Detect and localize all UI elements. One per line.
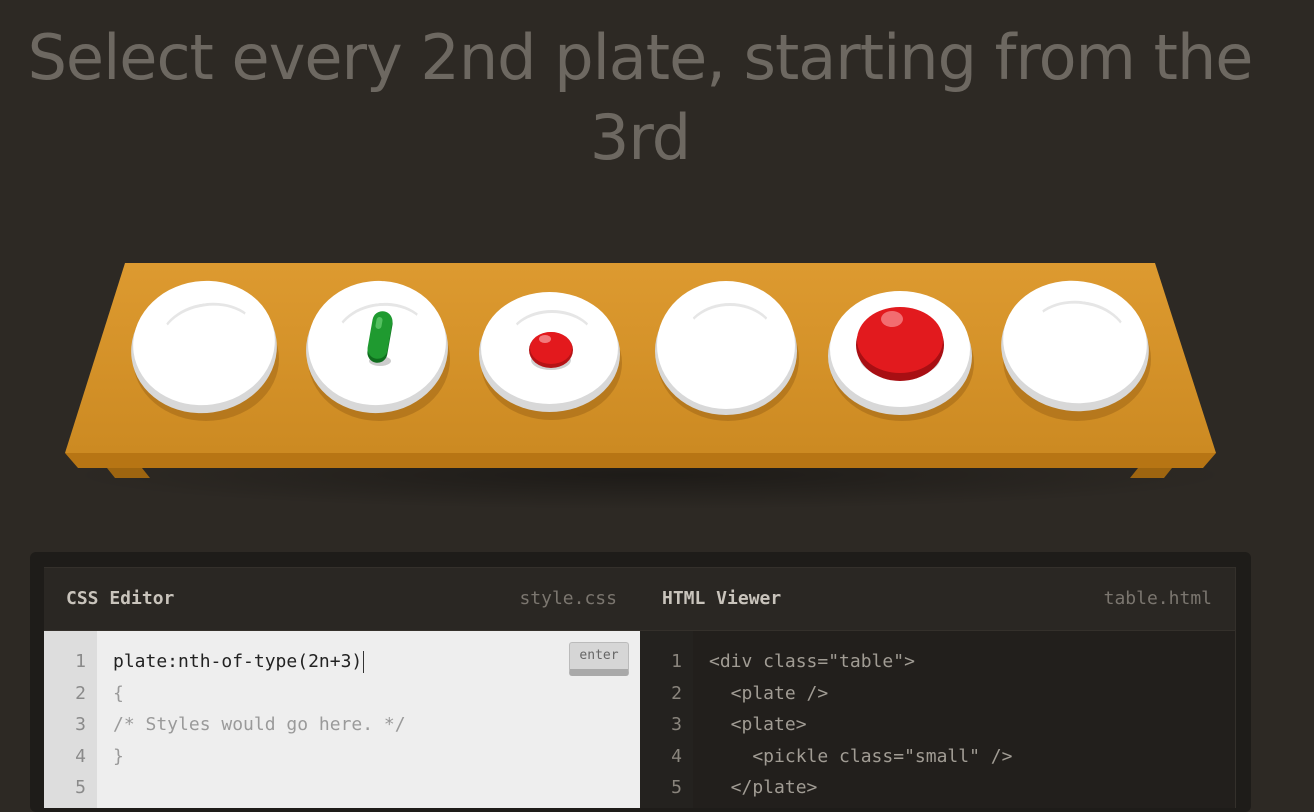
css-editor: CSS Editor style.css 1 2 3 4 5 plate:nth… (44, 567, 640, 808)
instruction-line-2: 3rd (589, 101, 691, 174)
apple[interactable] (852, 301, 948, 385)
html-viewer: HTML Viewer table.html 1 2 3 4 5 <div cl… (640, 567, 1236, 808)
css-selector-input[interactable]: plate:nth-of-type(2n+3) (113, 651, 365, 673)
code-brace-open: { (113, 683, 124, 704)
level-instruction: Select every 2nd plate, starting from th… (0, 18, 1280, 178)
css-editor-filename: style.css (519, 588, 617, 609)
line-number: 1 (671, 651, 682, 672)
enter-button[interactable]: enter (569, 642, 629, 676)
plate-2[interactable] (299, 274, 455, 421)
html-viewer-filename: table.html (1103, 588, 1212, 609)
plate-4[interactable] (655, 281, 801, 421)
line-number: 4 (671, 746, 682, 767)
html-viewer-title: HTML Viewer (662, 588, 782, 609)
html-line-plate-close[interactable]: </plate> (709, 777, 818, 798)
html-line-table-open[interactable]: <div class="table"> (709, 651, 915, 672)
line-number: 3 (671, 714, 682, 735)
small-apple[interactable] (527, 328, 575, 378)
dining-table (0, 250, 1314, 520)
line-number: 1 (75, 651, 86, 672)
html-line-pickle[interactable]: <pickle class="small" /> (709, 746, 1012, 767)
line-number: 5 (75, 777, 86, 798)
plate-6[interactable] (992, 271, 1158, 421)
table-edge (65, 453, 1216, 468)
html-line-plate-open[interactable]: <plate> (709, 714, 807, 735)
line-numbers: 1 2 3 4 5 (44, 631, 97, 808)
code-brace-close: } (113, 746, 124, 767)
css-editor-header: CSS Editor style.css (44, 568, 640, 631)
html-viewer-header: HTML Viewer table.html (640, 568, 1235, 631)
line-number: 4 (75, 746, 86, 767)
html-code-area: 1 2 3 4 5 <div class="table"> <plate /> … (640, 631, 1235, 808)
line-number: 2 (75, 683, 86, 704)
instruction-line-1: Select every 2nd plate, starting from th… (27, 21, 1254, 94)
line-number: 2 (671, 683, 682, 704)
line-numbers: 1 2 3 4 5 (640, 631, 693, 808)
line-number: 3 (75, 714, 86, 735)
text-cursor (363, 651, 365, 673)
plate-inner-ring (683, 303, 777, 378)
plate-5[interactable] (828, 291, 976, 423)
css-editor-title: CSS Editor (66, 588, 175, 609)
plate-1[interactable] (122, 271, 286, 423)
code-comment: /* Styles would go here. */ (113, 714, 406, 735)
html-line-plate[interactable]: <plate /> (709, 683, 829, 704)
table-leg-right (1130, 468, 1172, 478)
line-number: 5 (671, 777, 682, 798)
table-leg-left (107, 468, 150, 478)
pickle[interactable] (362, 311, 402, 371)
css-code-area: 1 2 3 4 5 plate:nth-of-type(2n+3) { /* S… (44, 631, 640, 808)
plate-3[interactable] (479, 292, 624, 422)
css-selector-value: plate:nth-of-type(2n+3) (113, 651, 363, 672)
